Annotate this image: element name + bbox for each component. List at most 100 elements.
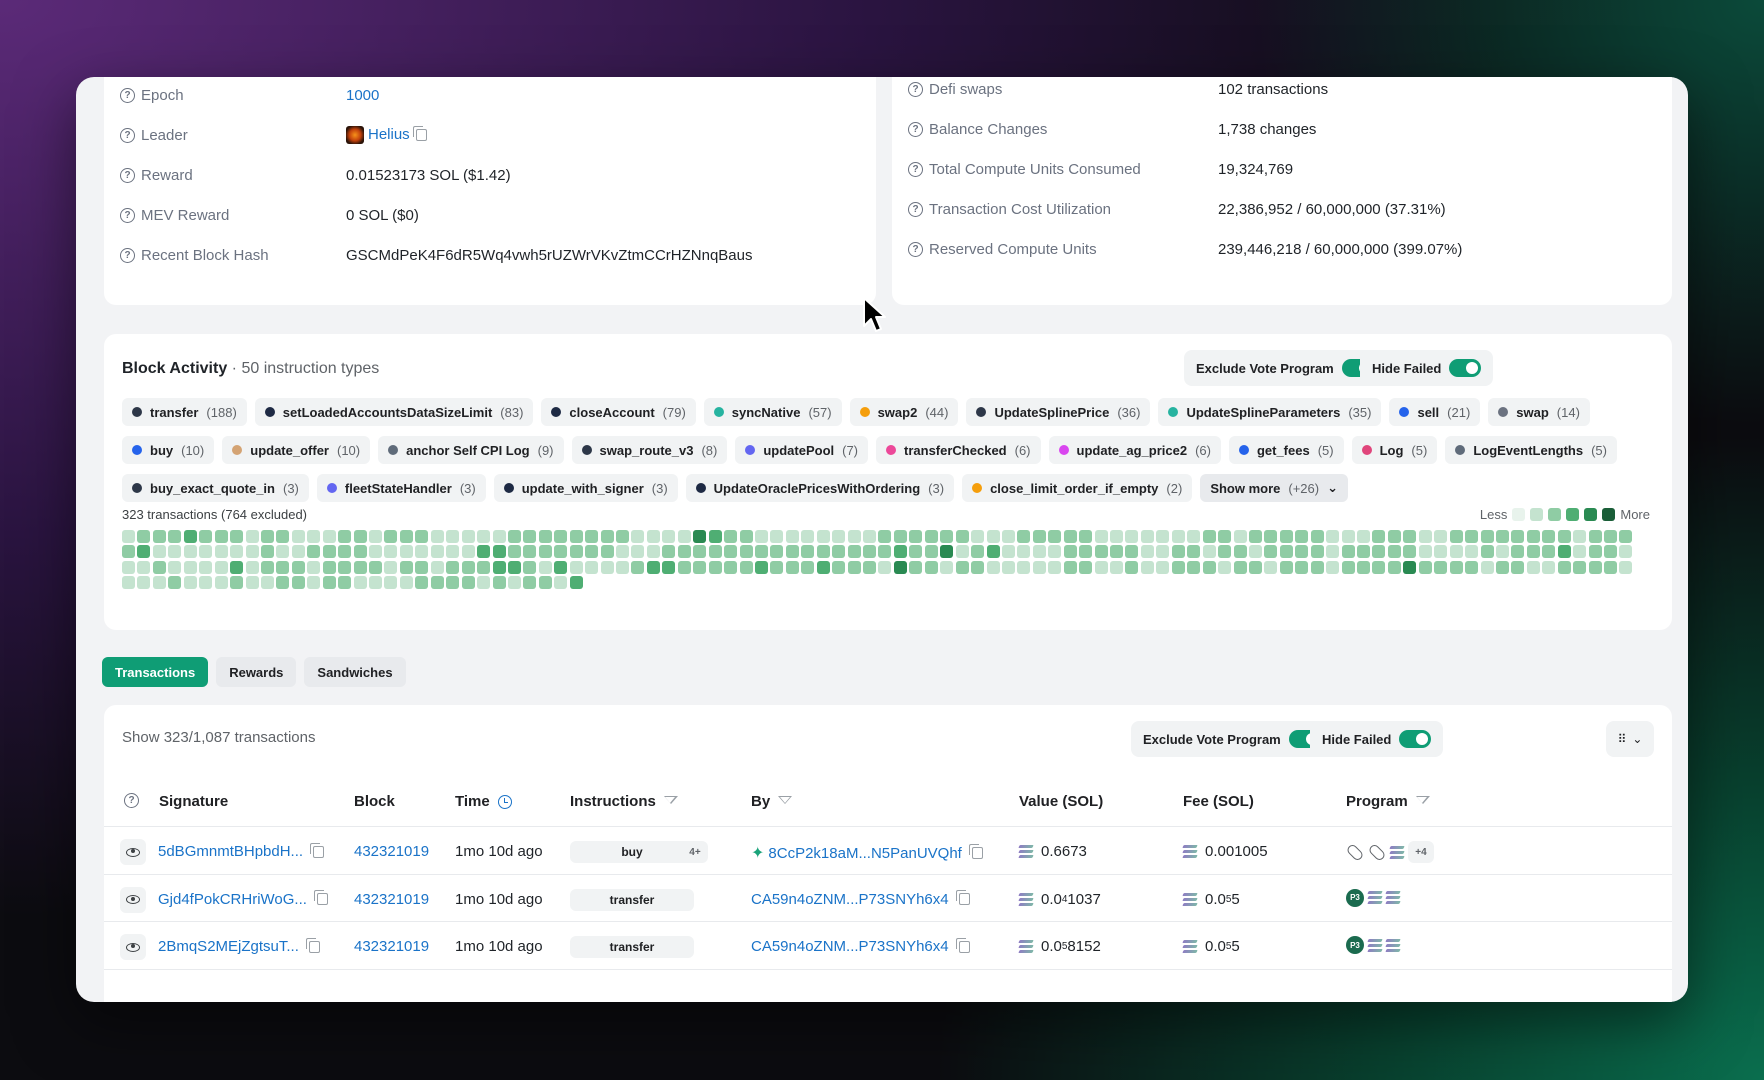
heatmap-cell[interactable]: [801, 560, 815, 574]
col-by[interactable]: By: [751, 793, 793, 810]
instruction-chip[interactable]: anchor Self CPI Log (9): [378, 436, 564, 464]
heatmap-cell[interactable]: [1279, 545, 1293, 559]
heatmap-cell[interactable]: [924, 530, 938, 543]
heatmap-cell[interactable]: [1233, 560, 1247, 574]
heatmap-cell[interactable]: [1218, 560, 1232, 574]
instruction-chip[interactable]: transferChecked (6): [876, 436, 1041, 464]
heatmap-cell[interactable]: [307, 530, 321, 543]
help-icon[interactable]: ?: [908, 241, 923, 257]
heatmap-cell[interactable]: [971, 545, 985, 559]
heatmap-cell[interactable]: [1588, 530, 1602, 543]
heatmap-cell[interactable]: [708, 530, 722, 543]
instruction-chip[interactable]: update_ag_price2 (6): [1048, 436, 1221, 464]
tab-rewards[interactable]: Rewards: [216, 657, 297, 687]
heatmap-cell[interactable]: [708, 545, 722, 559]
heatmap-cell[interactable]: [554, 545, 568, 559]
heatmap-cell[interactable]: [492, 545, 506, 559]
help-icon[interactable]: ?: [120, 167, 135, 183]
heatmap-cell[interactable]: [137, 576, 151, 590]
heatmap-cell[interactable]: [214, 530, 228, 543]
instruction-chip[interactable]: close_limit_order_if_empty (2): [962, 474, 1193, 502]
heatmap-cell[interactable]: [1264, 560, 1278, 574]
instruction-chip[interactable]: swap (14): [1488, 398, 1590, 426]
heatmap-cell[interactable]: [430, 576, 444, 590]
heatmap-cell[interactable]: [152, 560, 166, 574]
heatmap-cell[interactable]: [461, 530, 475, 543]
heatmap-cell[interactable]: [1619, 560, 1633, 574]
heatmap-cell[interactable]: [384, 560, 398, 574]
heatmap-cell[interactable]: [631, 560, 645, 574]
heatmap-cell[interactable]: [152, 545, 166, 559]
heatmap-cell[interactable]: [322, 576, 336, 590]
heatmap-cell[interactable]: [1372, 545, 1386, 559]
tab-sandwiches[interactable]: Sandwiches: [304, 657, 406, 687]
heatmap-cell[interactable]: [724, 545, 738, 559]
instruction-chip[interactable]: Log (5): [1351, 436, 1438, 464]
heatmap-cell[interactable]: [662, 530, 676, 543]
heatmap-cell[interactable]: [415, 530, 429, 543]
copy-icon[interactable]: [305, 937, 320, 953]
copy-icon[interactable]: [313, 890, 328, 905]
heatmap-cell[interactable]: [446, 530, 460, 543]
hide-failed-toggle[interactable]: Hide Failed: [1360, 350, 1494, 386]
heatmap-cell[interactable]: [693, 560, 707, 574]
heatmap-cell[interactable]: [1341, 545, 1355, 559]
by-cell[interactable]: CA59n4oZNM...P73SNYh6x4: [751, 890, 970, 908]
heatmap-cell[interactable]: [1233, 530, 1247, 543]
filter-icon[interactable]: [663, 795, 678, 808]
heatmap-cell[interactable]: [832, 530, 846, 543]
heatmap-cell[interactable]: [338, 576, 352, 590]
heatmap-cell[interactable]: [1264, 545, 1278, 559]
heatmap-cell[interactable]: [461, 576, 475, 590]
heatmap-cell[interactable]: [893, 545, 907, 559]
heatmap-cell[interactable]: [415, 576, 429, 590]
heatmap-cell[interactable]: [1156, 530, 1170, 543]
copy-icon[interactable]: [955, 890, 970, 905]
heatmap-cell[interactable]: [554, 560, 568, 574]
heatmap-cell[interactable]: [230, 576, 244, 590]
instruction-chip[interactable]: get_fees (5): [1228, 436, 1344, 464]
heatmap-cell[interactable]: [168, 560, 182, 574]
heatmap-cell[interactable]: [399, 576, 413, 590]
heatmap-cell[interactable]: [1511, 545, 1525, 559]
heatmap-cell[interactable]: [507, 576, 521, 590]
heatmap-cell[interactable]: [708, 560, 722, 574]
instruction-chip[interactable]: closeAccount (79): [541, 398, 696, 426]
heatmap-cell[interactable]: [893, 530, 907, 543]
heatmap-cell[interactable]: [230, 560, 244, 574]
heatmap-cell[interactable]: [600, 545, 614, 559]
heatmap-cell[interactable]: [1511, 530, 1525, 543]
heatmap-cell[interactable]: [1032, 530, 1046, 543]
heatmap-cell[interactable]: [230, 530, 244, 543]
heatmap-cell[interactable]: [1140, 545, 1154, 559]
heatmap-cell[interactable]: [554, 576, 568, 590]
heatmap-cell[interactable]: [1094, 530, 1108, 543]
heatmap-cell[interactable]: [1418, 545, 1432, 559]
heatmap-cell[interactable]: [1110, 530, 1123, 543]
heatmap-cell[interactable]: [369, 560, 382, 574]
copy-icon[interactable]: [412, 126, 427, 142]
help-icon[interactable]: ?: [908, 201, 923, 217]
heatmap-cell[interactable]: [1295, 530, 1309, 543]
heatmap-cell[interactable]: [291, 545, 305, 559]
heatmap-cell[interactable]: [1171, 560, 1185, 574]
heatmap-cell[interactable]: [1511, 560, 1525, 574]
heatmap-cell[interactable]: [1542, 545, 1556, 559]
heatmap-cell[interactable]: [1480, 560, 1494, 574]
heatmap-cell[interactable]: [1310, 560, 1324, 574]
heatmap-cell[interactable]: [276, 576, 290, 590]
heatmap-cell[interactable]: [199, 530, 213, 543]
heatmap-cell[interactable]: [1341, 530, 1355, 543]
heatmap-cell[interactable]: [245, 576, 259, 590]
help-icon[interactable]: ?: [124, 793, 139, 808]
heatmap-cell[interactable]: [1372, 560, 1386, 574]
heatmap-cell[interactable]: [353, 560, 367, 574]
heatmap-cell[interactable]: [260, 530, 274, 543]
instruction-chip[interactable]: update_with_signer (3): [493, 474, 678, 502]
heatmap-cell[interactable]: [569, 576, 583, 590]
copy-icon[interactable]: [310, 842, 325, 858]
tx-exclude-vote-toggle[interactable]: Exclude Vote Program: [1131, 721, 1333, 757]
help-icon[interactable]: ?: [908, 161, 923, 177]
solana-icon[interactable]: [1385, 891, 1401, 904]
heatmap-cell[interactable]: [122, 576, 135, 590]
